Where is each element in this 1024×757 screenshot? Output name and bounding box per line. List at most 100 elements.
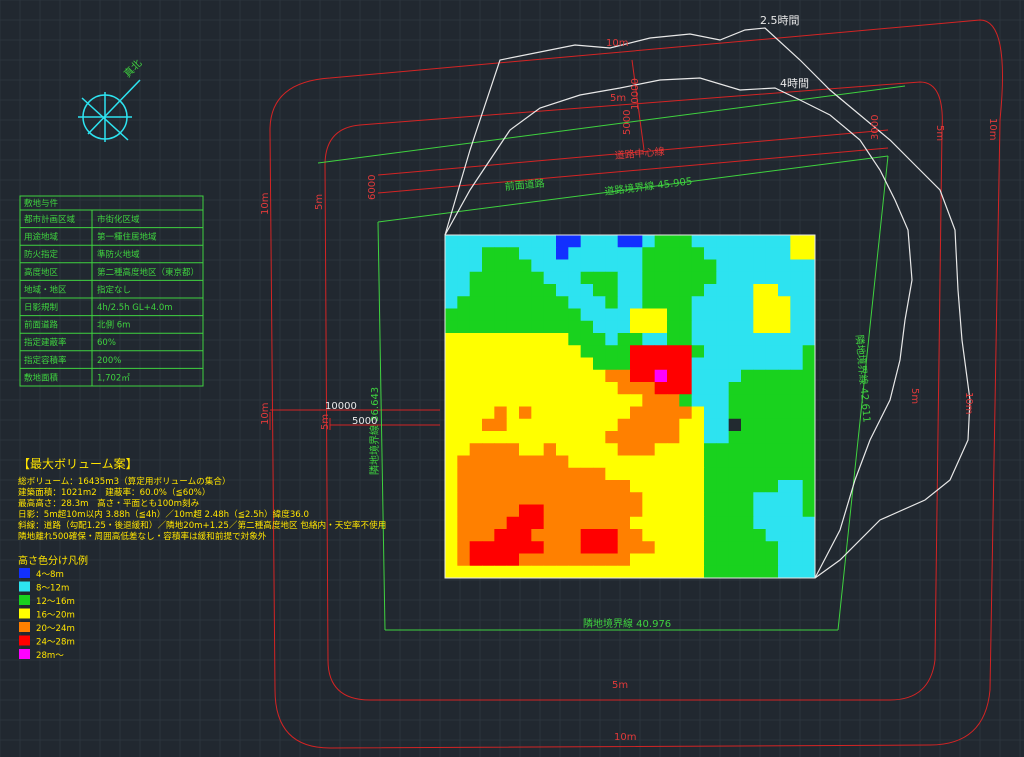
height-cell (593, 431, 606, 444)
height-cell (654, 504, 668, 518)
height-cell (506, 406, 520, 420)
height-cell (667, 235, 680, 248)
height-cell (704, 418, 717, 432)
height-cell (556, 553, 569, 567)
height-cell (716, 541, 730, 554)
height-cell (469, 541, 483, 554)
height-cell (667, 308, 680, 322)
height-cell (482, 320, 495, 334)
height-cell (728, 345, 742, 358)
height-cell (445, 406, 458, 420)
height-cell (445, 565, 458, 579)
height-cell (457, 345, 471, 358)
height-cell (679, 357, 693, 371)
height-cell (691, 504, 705, 518)
height-cell (543, 271, 557, 285)
north-compass-icon (78, 79, 141, 142)
height-cell (556, 382, 569, 395)
height-cell (593, 333, 606, 346)
height-cell (482, 541, 495, 554)
height-cell (580, 235, 594, 248)
height-cell (728, 492, 742, 505)
height-cell (445, 516, 458, 530)
height-cell (716, 259, 730, 273)
height-cell (790, 320, 804, 334)
height-cell (802, 369, 816, 383)
height-cell (457, 259, 471, 273)
height-cell (741, 516, 754, 530)
height-cell (667, 443, 680, 456)
height-cell (531, 529, 545, 542)
height-cell (667, 431, 680, 444)
height-cell (568, 480, 582, 493)
height-cell (753, 516, 767, 530)
height-cell (469, 431, 483, 444)
height-cell (506, 284, 520, 297)
height-cell (494, 467, 508, 481)
height-cell (506, 320, 520, 334)
height-cell (469, 357, 483, 371)
height-cell (667, 467, 680, 481)
height-cell (691, 369, 705, 383)
height-cell (580, 271, 594, 285)
height-cell (543, 259, 557, 273)
height-cell (519, 247, 532, 260)
height-cell (519, 516, 532, 530)
height-cell (605, 271, 619, 285)
height-cell (531, 553, 545, 567)
height-cell (494, 418, 508, 432)
height-cell (630, 455, 643, 469)
height-cell (691, 333, 705, 346)
table-value: 第一種住居地域 (97, 232, 157, 243)
height-cell (630, 418, 643, 432)
height-cell (519, 235, 532, 248)
height-cell (728, 455, 742, 469)
label-5m-right-low: 5m (909, 388, 920, 404)
height-cell (494, 553, 508, 567)
height-cell (778, 541, 791, 554)
height-cell (765, 271, 779, 285)
height-cell (691, 418, 705, 432)
height-cell (593, 406, 606, 420)
height-cell (543, 382, 557, 395)
height-cell (790, 247, 804, 260)
height-cell (630, 308, 643, 322)
max-volume-line: 日影：5m超10m以内 3.88h（≦4h）／10m超 2.48h（≦2.5h）… (18, 508, 309, 520)
height-cell (593, 345, 606, 358)
height-cell (469, 406, 483, 420)
height-cell (469, 284, 483, 297)
height-cell (691, 357, 705, 371)
height-cell (469, 565, 483, 579)
height-cell (679, 553, 693, 567)
cad-drawing-canvas[interactable]: 真北 敷地与件 都市計画区域 市街化区域用途地域 第一種住居地域防火指定 準防火地域高… (0, 0, 1024, 757)
height-cell (753, 369, 767, 383)
height-cell (654, 284, 668, 297)
height-cell (531, 504, 545, 518)
height-cell (642, 284, 656, 297)
height-cell (617, 259, 631, 273)
height-cell (728, 480, 742, 493)
height-cell (765, 382, 779, 395)
height-cell (716, 284, 730, 297)
height-cell (556, 529, 569, 542)
height-cell (506, 431, 520, 444)
height-cell (457, 320, 471, 334)
height-cell (482, 529, 495, 542)
height-cell (593, 259, 606, 273)
height-cell (753, 406, 767, 420)
height-cell (802, 357, 816, 371)
height-cell (494, 247, 508, 260)
height-cell (704, 382, 717, 395)
height-cell (568, 516, 582, 530)
height-cell (543, 443, 557, 456)
height-cell (617, 271, 631, 285)
height-cell (716, 394, 730, 407)
height-cell (531, 259, 545, 273)
height-cell (469, 516, 483, 530)
height-map[interactable] (444, 234, 816, 579)
height-cell (642, 455, 656, 469)
height-cell (679, 492, 693, 505)
height-cell (568, 529, 582, 542)
height-cell (568, 271, 582, 285)
height-cell (617, 345, 631, 358)
